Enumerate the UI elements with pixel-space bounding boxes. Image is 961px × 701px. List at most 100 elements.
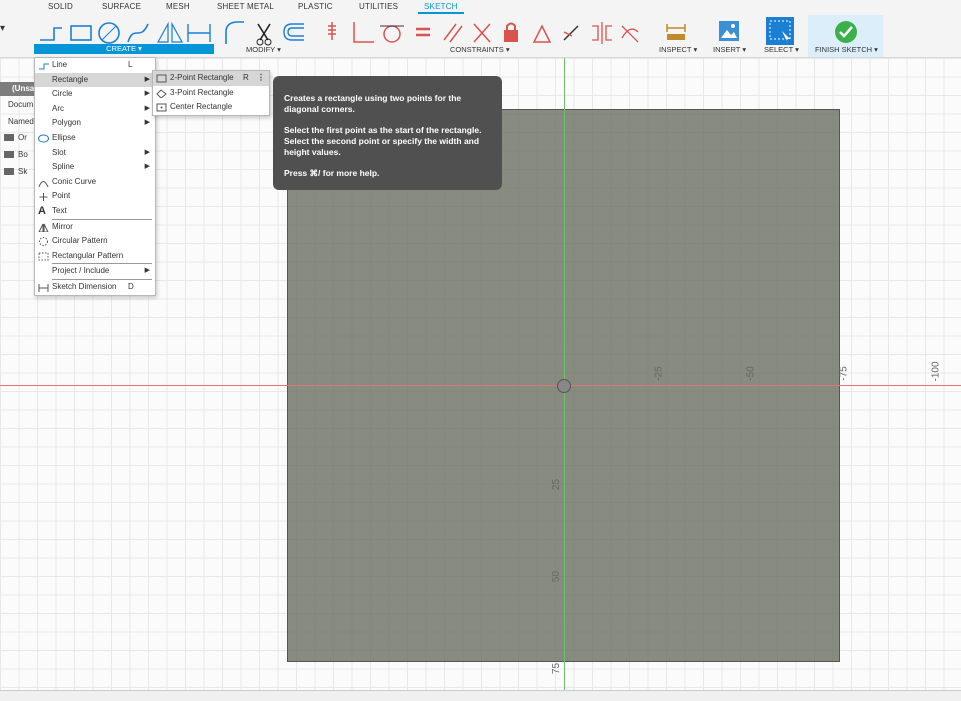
menu-item-circular-pattern[interactable]: Circular Pattern (35, 234, 155, 249)
submenu-arrow-icon: ▶ (144, 148, 150, 156)
mirror-tool-icon (156, 21, 184, 43)
ruler-label-v1: 25 (551, 478, 563, 491)
browser-item-sketches[interactable]: Sk (0, 165, 27, 179)
inspect-menu-button[interactable]: INSPECT ▾ (659, 45, 697, 54)
menu-item-mirror[interactable]: Mirror (35, 220, 155, 235)
menu-item-3-point-rectangle[interactable]: 3-Point Rectangle (153, 86, 269, 101)
text-icon: A (38, 204, 46, 217)
ruler-label-h4: -100 (930, 361, 942, 382)
tab-sketch[interactable]: SKETCH (418, 2, 464, 14)
insert-image-icon[interactable] (717, 18, 741, 46)
browser-named-views[interactable]: Named (8, 115, 34, 129)
menu-item-arc[interactable]: Arc ▶ (35, 102, 155, 117)
tab-plastic[interactable]: PLASTIC (298, 2, 333, 11)
finish-sketch-button[interactable]: FINISH SKETCH ▾ (815, 45, 878, 54)
menu-item-2-point-rectangle[interactable]: 2-Point Rectangle R ⋮ (153, 71, 269, 86)
rectangle-tool-icon (70, 25, 92, 41)
conic-curve-icon (38, 180, 49, 187)
select-window-icon[interactable] (766, 17, 794, 45)
center-rectangle-icon (156, 103, 167, 112)
menu-item-sketch-dimension[interactable]: Sketch Dimension D (35, 280, 155, 295)
line-icon (39, 63, 49, 70)
menu-item-rectangle[interactable]: Rectangle ▶ (35, 72, 155, 88)
finish-sketch-check-icon[interactable] (834, 18, 858, 46)
browser-item-origin[interactable]: Or (0, 131, 27, 145)
workspace-dropdown-icon[interactable]: ▾ (0, 23, 5, 34)
point-icon (39, 193, 48, 202)
midpoint-constraint-icon (563, 25, 579, 41)
navigation-bar (0, 690, 961, 701)
insert-menu-button[interactable]: INSERT ▾ (713, 45, 746, 54)
tab-sheet-metal[interactable]: SHEET METAL (217, 2, 274, 11)
tab-solid[interactable]: SOLID (48, 2, 73, 11)
menu-item-center-rectangle[interactable]: Center Rectangle (153, 100, 269, 115)
submenu-arrow-icon: ▶ (144, 104, 150, 112)
measure-icon[interactable] (664, 18, 688, 46)
parallel-constraint-icon (443, 23, 463, 43)
tooltip-instructions: Select the first point as the start of t… (284, 125, 482, 157)
workspace-tabs: SOLID SURFACE MESH SHEET METAL PLASTIC U… (0, 0, 961, 15)
equal-constraint-icon (416, 27, 430, 37)
rectangle-submenu: 2-Point Rectangle R ⋮ 3-Point Rectangle … (152, 70, 270, 116)
perpendicular-constraint-icon (353, 22, 374, 43)
menu-item-rectangular-pattern[interactable]: Rectangular Pattern (35, 249, 155, 264)
folder-icon (4, 168, 14, 176)
menu-item-line[interactable]: Line L (35, 58, 155, 73)
tab-utilities[interactable]: UTILITIES (359, 2, 398, 11)
two-point-rectangle-icon (156, 74, 167, 83)
folder-icon (4, 134, 14, 142)
curvature-constraint-icon (621, 25, 639, 43)
menu-item-circle[interactable]: Circle ▶ (35, 87, 155, 102)
symmetry-constraint-icon (592, 22, 612, 44)
x-axis-line (0, 385, 961, 386)
tooltip-help-hint: Press ⌘/ for more help. (284, 168, 380, 178)
sketch-dimension-icon (38, 283, 49, 292)
ruler-label-h1: -25 (653, 366, 665, 381)
fix-constraint-icon (328, 22, 336, 40)
triangle-constraint-icon (532, 24, 552, 43)
constraints-menu-button[interactable]: CONSTRAINTS ▾ (450, 45, 510, 54)
circle-tool-icon (98, 22, 120, 44)
menu-item-point[interactable]: Point (35, 189, 155, 204)
menu-item-polygon[interactable]: Polygon ▶ (35, 116, 155, 131)
ruler-label-v3: 75 (551, 662, 563, 675)
tab-surface[interactable]: SURFACE (102, 2, 141, 11)
tangent-constraint-icon (380, 25, 404, 43)
submenu-arrow-icon: ▶ (144, 163, 150, 171)
menu-item-spline[interactable]: Spline ▶ (35, 160, 155, 175)
fillet-tool-icon (225, 21, 244, 44)
create-dropdown-menu: Line L Rectangle ▶ Circle ▶ Arc ▶ Polygon ▶ E… (34, 57, 156, 296)
ruler-label-v2: 50 (551, 570, 563, 583)
command-tooltip: Creates a rectangle using two points for… (273, 76, 502, 190)
menu-item-slot[interactable]: Slot ▶ (35, 146, 155, 161)
more-options-icon[interactable]: ⋮ (257, 71, 265, 86)
ruler-label-h2: -50 (745, 366, 757, 381)
lock-constraint-icon (504, 22, 518, 42)
rectangular-pattern-icon (38, 252, 49, 261)
browser-document-settings[interactable]: Docum (8, 98, 33, 112)
modify-menu-button[interactable]: MODIFY ▾ (246, 45, 281, 54)
menu-item-conic-curve[interactable]: Conic Curve (35, 175, 155, 190)
browser-item-bodies[interactable]: Bo (0, 148, 28, 162)
menu-item-text[interactable]: A Text (35, 204, 155, 219)
submenu-arrow-icon: ▶ (144, 75, 150, 83)
menu-item-project-include[interactable]: Project / Include ▶ (35, 264, 155, 279)
circular-pattern-icon (39, 237, 48, 247)
offset-tool-icon (283, 23, 304, 41)
coincident-constraint-icon (473, 23, 491, 43)
mirror-icon (38, 223, 49, 232)
constraints-tools-icons (328, 22, 639, 44)
create-menu-button[interactable]: CREATE ▾ (34, 44, 214, 54)
ellipse-icon (38, 134, 49, 143)
three-point-rectangle-icon (156, 88, 167, 98)
menu-item-ellipse[interactable]: Ellipse (35, 131, 155, 146)
select-menu-button[interactable]: SELECT ▾ (764, 45, 799, 54)
sketch-toolbar: ▾ CREATE ▾ MODIFY ▾ CONSTRAINTS ▾ INSPEC… (0, 15, 961, 58)
dimension-tool-icon (187, 24, 211, 42)
create-tools-icons (40, 21, 211, 44)
origin-point-icon[interactable] (557, 379, 571, 393)
tooltip-description: Creates a rectangle using two points for… (284, 93, 462, 114)
line-tool-icon (40, 27, 62, 41)
submenu-arrow-icon: ▶ (144, 119, 150, 127)
tab-mesh[interactable]: MESH (166, 2, 190, 11)
